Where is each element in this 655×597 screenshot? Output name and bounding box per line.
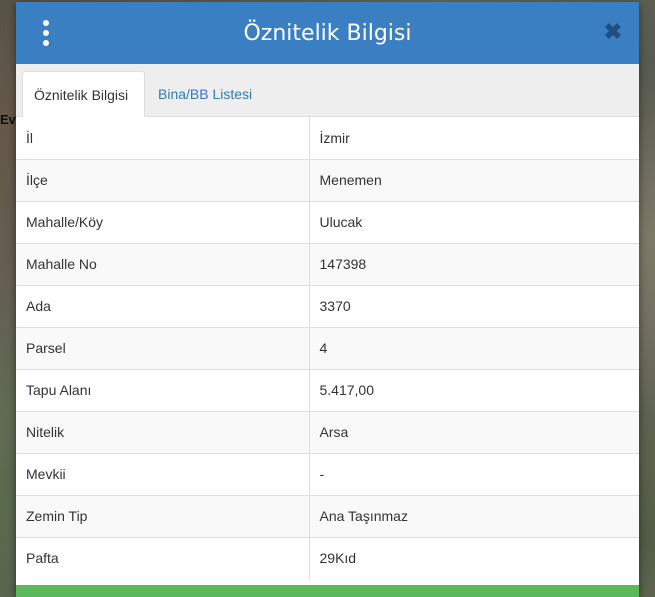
attribute-value: 5.417,00 [309,368,639,411]
attribute-table: İl İzmir İlçe Menemen Mahalle/Köy Ulucak… [16,117,639,579]
footer-action-bar[interactable] [16,585,639,597]
tab-attribute-info[interactable]: Öznitelik Bilgisi [22,71,145,117]
menu-dot [43,30,49,36]
table-row: Zemin Tip Ana Taşınmaz [16,494,639,537]
table-row: Mahalle No 147398 [16,242,639,285]
attribute-key: Mevkii [16,452,310,495]
attribute-key: İlçe [16,158,310,201]
attribute-info-dialog: Öznitelik Bilgisi ✖ Öznitelik Bilgisi Bi… [16,2,639,597]
table-row: Parsel 4 [16,326,639,369]
attribute-value: 29Kıd [309,536,639,579]
table-row: İlçe Menemen [16,158,639,201]
attribute-value: 4 [309,326,639,369]
attribute-value: Menemen [309,158,639,201]
attribute-key: Mahalle/Köy [16,200,310,243]
attribute-key: Ada [16,284,310,327]
menu-dot [43,20,49,26]
attribute-key: Tapu Alanı [16,368,310,411]
attribute-key: Parsel [16,326,310,369]
attribute-value: 147398 [309,242,639,285]
table-row: Mahalle/Köy Ulucak [16,200,639,243]
attribute-value: - [309,452,639,495]
attribute-value: Ulucak [309,200,639,243]
attribute-key: Mahalle No [16,242,310,285]
dialog-title: Öznitelik Bilgisi [243,20,412,46]
table-row: Ada 3370 [16,284,639,327]
attribute-key: Nitelik [16,410,310,453]
tab-building-list[interactable]: Bina/BB Listesi [147,71,263,117]
table-row: Mevkii - [16,452,639,495]
attribute-value: Ana Taşınmaz [309,494,639,537]
map-label: Ev [0,112,16,127]
table-row: Tapu Alanı 5.417,00 [16,368,639,411]
attribute-value: Arsa [309,410,639,453]
attribute-key: İl [16,117,310,159]
attribute-value: İzmir [319,129,350,146]
table-row: Pafta 29Kıd [16,536,639,579]
dialog-header: Öznitelik Bilgisi ✖ [16,2,639,64]
tabs-bar: Öznitelik Bilgisi Bina/BB Listesi [16,64,639,117]
table-row: İl İzmir [16,117,639,159]
attribute-key: Pafta [16,536,310,579]
menu-dot [43,40,49,46]
close-icon[interactable]: ✖ [603,21,623,43]
attribute-key: Zemin Tip [16,494,310,537]
kebab-menu-icon[interactable] [36,20,56,46]
attribute-value: 3370 [309,284,639,327]
table-row: Nitelik Arsa [16,410,639,453]
